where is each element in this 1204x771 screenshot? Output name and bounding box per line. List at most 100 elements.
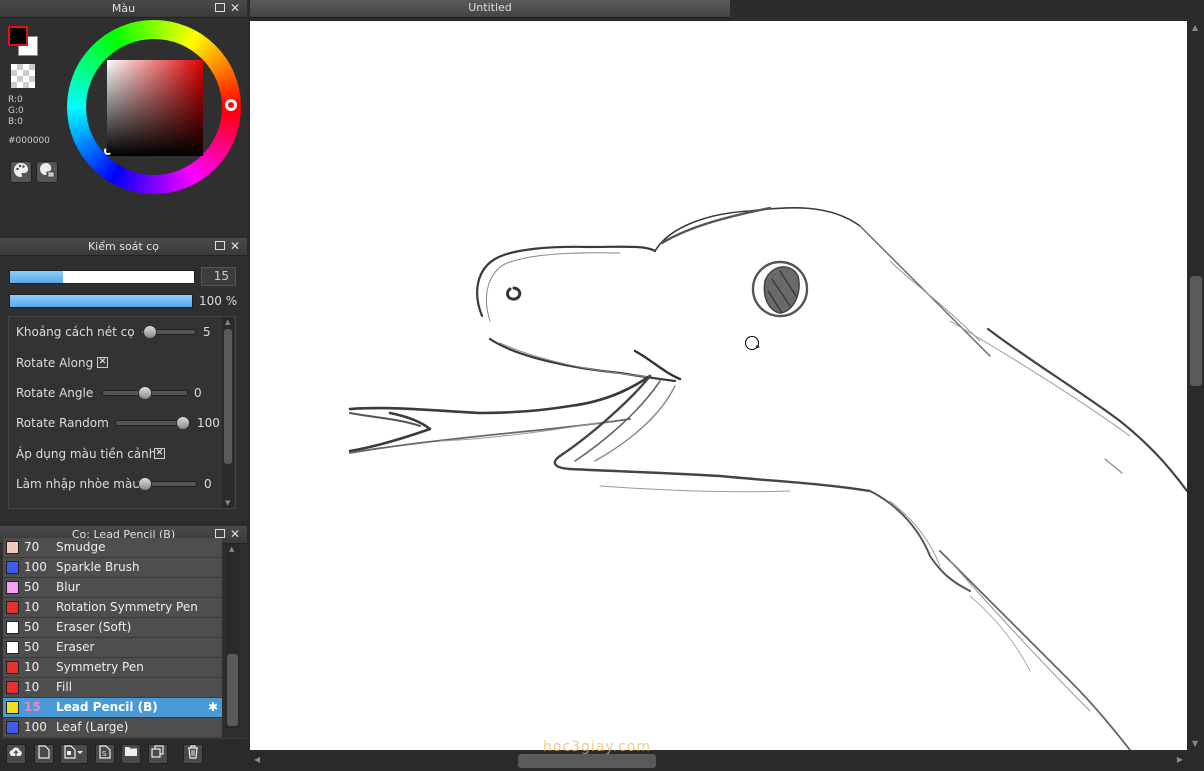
rotate-random-slider[interactable] [115, 416, 191, 430]
transparent-color-swatch[interactable] [11, 64, 35, 88]
brush-list-scrollbar[interactable]: ▲ [225, 544, 240, 728]
hue-marker[interactable] [225, 99, 237, 111]
scrollbar-thumb[interactable] [227, 654, 238, 726]
brush-name: Smudge [56, 540, 106, 554]
scroll-up-icon[interactable]: ▲ [229, 545, 234, 553]
palette-icon [14, 163, 28, 177]
brush-color-swatch [6, 721, 19, 734]
brush-item[interactable]: 50 Eraser (Soft) [3, 618, 222, 638]
popout-icon[interactable] [215, 241, 225, 250]
folder-icon [125, 747, 137, 756]
scroll-up-icon[interactable]: ▲ [1192, 23, 1198, 32]
brush-control-title: Kiểm soát cọ [87, 240, 160, 253]
brush-item[interactable]: 10 Symmetry Pen [3, 658, 222, 678]
color-settings-button[interactable] [36, 161, 58, 183]
brush-color-swatch [6, 561, 19, 574]
slider-knob[interactable] [176, 416, 190, 430]
watermark: hoc3giay.com [543, 739, 652, 755]
blue-value: B:0 [8, 117, 23, 127]
popout-icon[interactable] [215, 3, 225, 12]
saturation-value-marker[interactable] [104, 147, 112, 155]
brush-list-panel: 70 Smudge 100 Sparkle Brush 50 Blur 10 Rotation… [0, 538, 247, 771]
new-brush-button[interactable] [34, 744, 54, 764]
brush-name: Symmetry Pen [56, 660, 144, 674]
blend-color-slider[interactable] [137, 477, 197, 491]
color-panel-header: Màu ✕ [0, 0, 247, 18]
brush-name: Lead Pencil (B) [56, 700, 158, 714]
drawing-canvas[interactable] [250, 21, 1187, 750]
brush-item[interactable]: 100 Sparkle Brush [3, 558, 222, 578]
brush-item[interactable]: 10 Rotation Symmetry Pen [3, 598, 222, 618]
close-icon[interactable]: ✕ [230, 0, 240, 17]
hex-value: #000000 [8, 136, 50, 146]
brush-size: 100 [24, 720, 47, 734]
scrollbar-thumb[interactable] [224, 329, 232, 464]
slider-knob[interactable] [138, 477, 152, 491]
scroll-right-icon[interactable]: ▶ [1177, 755, 1183, 764]
brush-cursor-icon [745, 336, 760, 350]
slider-knob[interactable] [138, 386, 152, 400]
close-icon[interactable]: ✕ [230, 238, 240, 255]
brush-item[interactable]: 10 Fill [3, 678, 222, 698]
brush-properties-list: Khoảng cách nét cọ 5 Rotate Along ✕ Rota… [8, 316, 236, 509]
duplicate-button[interactable] [148, 744, 168, 764]
brush-name: Leaf (Large) [56, 720, 129, 734]
document-tab[interactable]: Untitled [250, 0, 730, 18]
brush-name: Rotation Symmetry Pen [56, 600, 198, 614]
properties-scrollbar[interactable]: ▲ ▼ [222, 317, 234, 508]
svg-text:S: S [102, 750, 107, 758]
close-icon[interactable]: ✕ [230, 526, 240, 543]
brush-item[interactable]: 70 Smudge [3, 538, 222, 558]
cloud-upload-button[interactable] [6, 744, 26, 764]
script-button[interactable]: S [95, 744, 115, 764]
brush-type-dropdown[interactable] [60, 744, 88, 764]
opacity-value: 100 % [199, 294, 238, 308]
red-value: R:0 [8, 95, 23, 105]
scroll-down-icon[interactable]: ▼ [1192, 739, 1198, 748]
rotate-along-checkbox[interactable]: ✕ [97, 357, 108, 368]
scroll-up-icon[interactable]: ▲ [225, 318, 230, 326]
trash-icon [188, 745, 198, 759]
brush-item[interactable]: 50 Eraser [3, 638, 222, 658]
brush-color-swatch [6, 641, 19, 654]
opacity-bar[interactable] [9, 294, 193, 308]
brush-type-icon [64, 745, 83, 759]
brush-size: 15 [24, 700, 41, 714]
foreground-color-swatch[interactable] [8, 26, 28, 46]
apply-foreground-label: Áp dụng màu tiền cảnh [16, 447, 157, 461]
spacing-slider[interactable] [140, 325, 196, 339]
apply-foreground-row: Áp dụng màu tiền cảnh ✕ [16, 444, 226, 464]
brush-item-active[interactable]: 15 Lead Pencil (B) ✱ [3, 698, 222, 718]
gear-icon[interactable]: ✱ [208, 698, 218, 717]
script-icon: S [99, 745, 111, 759]
brush-item[interactable]: 100 Leaf (Large) [3, 718, 222, 738]
canvas-vertical-scrollbar[interactable]: ▲ ▼ [1188, 21, 1204, 750]
palette-button[interactable] [10, 161, 32, 183]
saturation-value-square[interactable] [107, 60, 203, 156]
rotate-angle-slider[interactable] [102, 386, 188, 400]
spacing-row: Khoảng cách nét cọ 5 [16, 322, 226, 342]
brush-item[interactable]: 50 Blur [3, 578, 222, 598]
brush-color-swatch [6, 681, 19, 694]
green-value: G:0 [8, 106, 24, 116]
delete-brush-button[interactable] [183, 744, 203, 764]
brush-size-bar[interactable] [9, 270, 195, 284]
blend-color-row: Làm nhập nhòe màu 0 [16, 474, 226, 494]
popout-icon[interactable] [215, 529, 225, 538]
rotate-random-value: 100 [197, 416, 220, 430]
spacing-label: Khoảng cách nét cọ [16, 325, 135, 339]
folder-button[interactable] [121, 744, 141, 764]
brush-size: 50 [24, 620, 40, 634]
scroll-down-icon[interactable]: ▼ [225, 499, 230, 507]
apply-foreground-checkbox[interactable]: ✕ [154, 448, 165, 459]
slider-knob[interactable] [143, 325, 157, 339]
brush-size-value[interactable]: 15 [201, 267, 236, 286]
blend-color-value: 0 [204, 477, 212, 491]
scrollbar-thumb[interactable] [1190, 276, 1202, 386]
hue-ring[interactable] [67, 20, 241, 194]
scroll-left-icon[interactable]: ◀ [254, 755, 260, 764]
brush-list-toolbar: S [0, 738, 247, 771]
brush-color-swatch [6, 581, 19, 594]
scrollbar-thumb[interactable] [518, 754, 656, 768]
canvas-horizontal-scrollbar[interactable]: ◀ ▶ hoc3giay.com [250, 739, 1187, 770]
